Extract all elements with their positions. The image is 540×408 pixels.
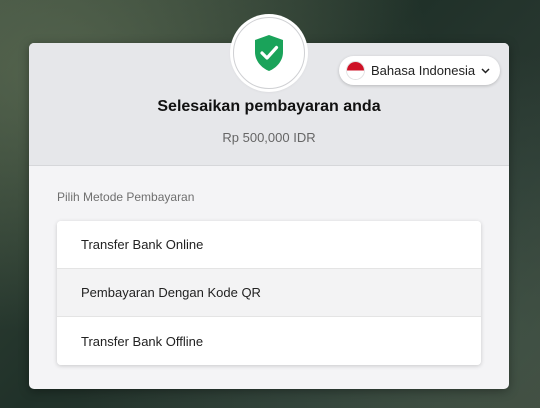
method-label: Pembayaran Dengan Kode QR xyxy=(81,285,261,300)
language-label: Bahasa Indonesia xyxy=(371,63,476,78)
chevron-down-icon xyxy=(481,67,490,74)
payment-method-online-transfer[interactable]: Transfer Bank Online xyxy=(57,221,481,269)
indonesia-flag-icon xyxy=(347,62,364,79)
method-label: Transfer Bank Offline xyxy=(81,333,204,349)
card-header: Bahasa Indonesia Selesaikan pembayaran a… xyxy=(29,17,509,166)
payment-method-qr-code[interactable]: Pembayaran Dengan Kode QR xyxy=(57,269,481,317)
language-selector[interactable]: Bahasa Indonesia xyxy=(339,56,500,85)
payment-card: Bahasa Indonesia Selesaikan pembayaran a… xyxy=(29,17,509,389)
payment-methods-label: Pilih Metode Pembayaran xyxy=(57,190,195,204)
payment-methods-list: Transfer Bank Online Pembayaran Dengan K… xyxy=(57,221,481,365)
shield-check-icon xyxy=(255,35,283,71)
payment-amount: Rp 500,000 IDR xyxy=(222,130,316,145)
method-label: Transfer Bank Online xyxy=(81,237,204,252)
shield-badge xyxy=(233,17,305,89)
payment-method-offline-transfer[interactable]: Transfer Bank Offline xyxy=(57,317,481,365)
page-title: Selesaikan pembayaran anda xyxy=(157,98,381,115)
